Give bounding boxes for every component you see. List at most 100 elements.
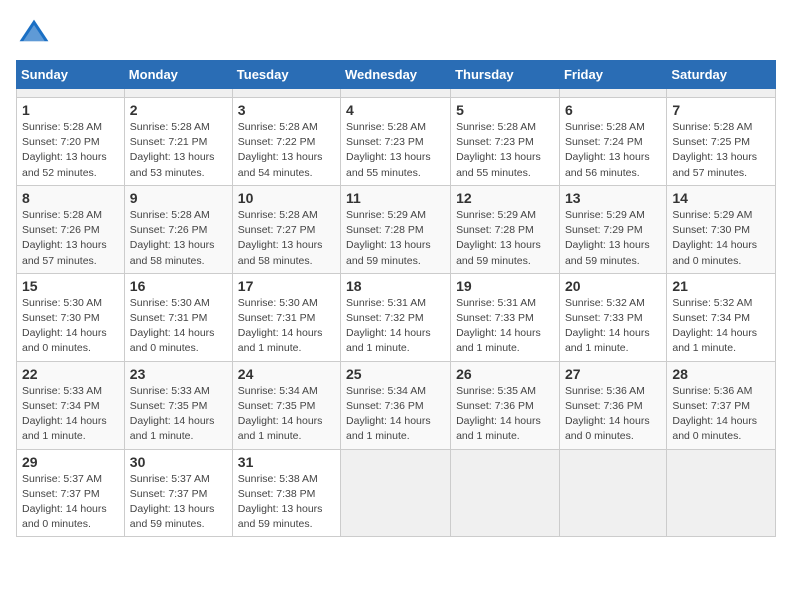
- day-number: 19: [456, 278, 554, 294]
- day-number: 13: [565, 190, 661, 206]
- day-number: 8: [22, 190, 119, 206]
- calendar-week-3: 8 Sunrise: 5:28 AM Sunset: 7:26 PM Daylig…: [17, 185, 776, 273]
- calendar-week-4: 15 Sunrise: 5:30 AM Sunset: 7:30 PM Dayli…: [17, 273, 776, 361]
- weekday-header-monday: Monday: [124, 61, 232, 89]
- weekday-header-sunday: Sunday: [17, 61, 125, 89]
- calendar-cell: 14 Sunrise: 5:29 AM Sunset: 7:30 PM Dayli…: [667, 185, 776, 273]
- calendar-cell: [17, 89, 125, 98]
- calendar-cell: 4 Sunrise: 5:28 AM Sunset: 7:23 PM Daylig…: [341, 98, 451, 186]
- day-number: 26: [456, 366, 554, 382]
- calendar-cell: 18 Sunrise: 5:31 AM Sunset: 7:32 PM Dayli…: [341, 273, 451, 361]
- day-number: 30: [130, 454, 227, 470]
- day-info: Sunrise: 5:28 AM Sunset: 7:23 PM Dayligh…: [456, 120, 554, 181]
- day-info: Sunrise: 5:29 AM Sunset: 7:28 PM Dayligh…: [456, 208, 554, 269]
- weekday-header-tuesday: Tuesday: [232, 61, 340, 89]
- calendar-cell: [341, 449, 451, 537]
- day-info: Sunrise: 5:36 AM Sunset: 7:37 PM Dayligh…: [672, 384, 770, 445]
- day-number: 23: [130, 366, 227, 382]
- calendar-cell: 24 Sunrise: 5:34 AM Sunset: 7:35 PM Dayli…: [232, 361, 340, 449]
- calendar-table: SundayMondayTuesdayWednesdayThursdayFrid…: [16, 60, 776, 537]
- day-number: 2: [130, 102, 227, 118]
- day-number: 18: [346, 278, 445, 294]
- day-info: Sunrise: 5:32 AM Sunset: 7:33 PM Dayligh…: [565, 296, 661, 357]
- calendar-cell: 23 Sunrise: 5:33 AM Sunset: 7:35 PM Dayli…: [124, 361, 232, 449]
- day-number: 4: [346, 102, 445, 118]
- day-number: 14: [672, 190, 770, 206]
- calendar-cell: [341, 89, 451, 98]
- calendar-week-5: 22 Sunrise: 5:33 AM Sunset: 7:34 PM Dayli…: [17, 361, 776, 449]
- day-info: Sunrise: 5:33 AM Sunset: 7:34 PM Dayligh…: [22, 384, 119, 445]
- calendar-week-1: [17, 89, 776, 98]
- calendar-cell: 25 Sunrise: 5:34 AM Sunset: 7:36 PM Dayli…: [341, 361, 451, 449]
- calendar-cell: [451, 449, 560, 537]
- day-number: 15: [22, 278, 119, 294]
- calendar-cell: 12 Sunrise: 5:29 AM Sunset: 7:28 PM Dayli…: [451, 185, 560, 273]
- day-info: Sunrise: 5:28 AM Sunset: 7:26 PM Dayligh…: [130, 208, 227, 269]
- day-info: Sunrise: 5:33 AM Sunset: 7:35 PM Dayligh…: [130, 384, 227, 445]
- day-info: Sunrise: 5:32 AM Sunset: 7:34 PM Dayligh…: [672, 296, 770, 357]
- day-number: 3: [238, 102, 335, 118]
- calendar-cell: 16 Sunrise: 5:30 AM Sunset: 7:31 PM Dayli…: [124, 273, 232, 361]
- day-info: Sunrise: 5:28 AM Sunset: 7:21 PM Dayligh…: [130, 120, 227, 181]
- calendar-cell: 22 Sunrise: 5:33 AM Sunset: 7:34 PM Dayli…: [17, 361, 125, 449]
- calendar-cell: 9 Sunrise: 5:28 AM Sunset: 7:26 PM Daylig…: [124, 185, 232, 273]
- day-number: 20: [565, 278, 661, 294]
- calendar-cell: 17Sunrise: 5:30 AM Sunset: 7:31 PM Dayli…: [232, 273, 340, 361]
- day-number: 12: [456, 190, 554, 206]
- calendar-cell: 5 Sunrise: 5:28 AM Sunset: 7:23 PM Daylig…: [451, 98, 560, 186]
- day-info: Sunrise: 5:34 AM Sunset: 7:36 PM Dayligh…: [346, 384, 445, 445]
- day-number: 25: [346, 366, 445, 382]
- day-number: 24: [238, 366, 335, 382]
- day-info: Sunrise: 5:28 AM Sunset: 7:24 PM Dayligh…: [565, 120, 661, 181]
- day-info: Sunrise: 5:34 AM Sunset: 7:35 PM Dayligh…: [238, 384, 335, 445]
- day-number: 22: [22, 366, 119, 382]
- day-info: Sunrise: 5:35 AM Sunset: 7:36 PM Dayligh…: [456, 384, 554, 445]
- calendar-cell: 30 Sunrise: 5:37 AM Sunset: 7:37 PM Dayli…: [124, 449, 232, 537]
- day-info: Sunrise: 5:30 AM Sunset: 7:31 PM Dayligh…: [130, 296, 227, 357]
- day-number: 31: [238, 454, 335, 470]
- day-info: Sunrise: 5:31 AM Sunset: 7:33 PM Dayligh…: [456, 296, 554, 357]
- day-info: Sunrise: 5:29 AM Sunset: 7:30 PM Dayligh…: [672, 208, 770, 269]
- calendar-cell: 6Sunrise: 5:28 AM Sunset: 7:24 PM Daylig…: [559, 98, 666, 186]
- day-number: 28: [672, 366, 770, 382]
- calendar-cell: 28 Sunrise: 5:36 AM Sunset: 7:37 PM Dayli…: [667, 361, 776, 449]
- logo: [16, 16, 56, 52]
- day-info: Sunrise: 5:28 AM Sunset: 7:26 PM Dayligh…: [22, 208, 119, 269]
- day-info: Sunrise: 5:28 AM Sunset: 7:23 PM Dayligh…: [346, 120, 445, 181]
- weekday-header-wednesday: Wednesday: [341, 61, 451, 89]
- day-number: 9: [130, 190, 227, 206]
- calendar-cell: [559, 449, 666, 537]
- calendar-cell: 20 Sunrise: 5:32 AM Sunset: 7:33 PM Dayli…: [559, 273, 666, 361]
- calendar-cell: 15 Sunrise: 5:30 AM Sunset: 7:30 PM Dayli…: [17, 273, 125, 361]
- logo-icon: [16, 16, 52, 52]
- day-number: 27: [565, 366, 661, 382]
- calendar-cell: 1 Sunrise: 5:28 AM Sunset: 7:20 PM Daylig…: [17, 98, 125, 186]
- calendar-week-6: 29Sunrise: 5:37 AM Sunset: 7:37 PM Dayli…: [17, 449, 776, 537]
- day-info: Sunrise: 5:30 AM Sunset: 7:30 PM Dayligh…: [22, 296, 119, 357]
- calendar-cell: 2 Sunrise: 5:28 AM Sunset: 7:21 PM Daylig…: [124, 98, 232, 186]
- day-info: Sunrise: 5:28 AM Sunset: 7:20 PM Dayligh…: [22, 120, 119, 181]
- day-number: 21: [672, 278, 770, 294]
- day-info: Sunrise: 5:36 AM Sunset: 7:36 PM Dayligh…: [565, 384, 661, 445]
- day-number: 1: [22, 102, 119, 118]
- calendar-cell: 21 Sunrise: 5:32 AM Sunset: 7:34 PM Dayli…: [667, 273, 776, 361]
- day-info: Sunrise: 5:37 AM Sunset: 7:37 PM Dayligh…: [130, 472, 227, 533]
- day-info: Sunrise: 5:28 AM Sunset: 7:25 PM Dayligh…: [672, 120, 770, 181]
- day-number: 7: [672, 102, 770, 118]
- calendar-cell: 13 Sunrise: 5:29 AM Sunset: 7:29 PM Dayli…: [559, 185, 666, 273]
- day-info: Sunrise: 5:30 AM Sunset: 7:31 PM Dayligh…: [238, 296, 335, 357]
- calendar-cell: [451, 89, 560, 98]
- day-info: Sunrise: 5:28 AM Sunset: 7:22 PM Dayligh…: [238, 120, 335, 181]
- day-number: 5: [456, 102, 554, 118]
- day-info: Sunrise: 5:29 AM Sunset: 7:29 PM Dayligh…: [565, 208, 661, 269]
- weekday-header-friday: Friday: [559, 61, 666, 89]
- calendar-cell: 10Sunrise: 5:28 AM Sunset: 7:27 PM Dayli…: [232, 185, 340, 273]
- day-info: Sunrise: 5:38 AM Sunset: 7:38 PM Dayligh…: [238, 472, 335, 533]
- calendar-cell: 19 Sunrise: 5:31 AM Sunset: 7:33 PM Dayli…: [451, 273, 560, 361]
- calendar-week-2: 1 Sunrise: 5:28 AM Sunset: 7:20 PM Daylig…: [17, 98, 776, 186]
- day-info: Sunrise: 5:31 AM Sunset: 7:32 PM Dayligh…: [346, 296, 445, 357]
- day-info: Sunrise: 5:29 AM Sunset: 7:28 PM Dayligh…: [346, 208, 445, 269]
- calendar-cell: [667, 449, 776, 537]
- calendar-cell: 7 Sunrise: 5:28 AM Sunset: 7:25 PM Daylig…: [667, 98, 776, 186]
- day-number: 16: [130, 278, 227, 294]
